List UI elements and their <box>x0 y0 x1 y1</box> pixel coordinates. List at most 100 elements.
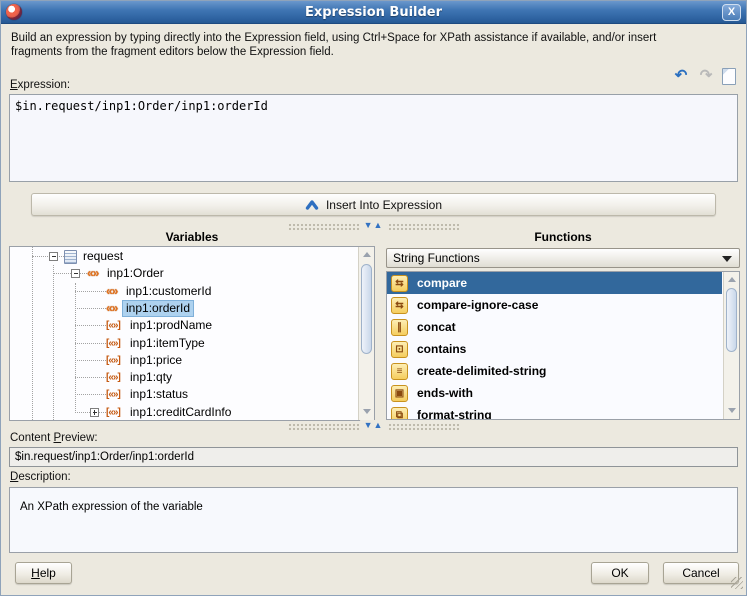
function-label: concat <box>417 320 456 334</box>
tree-node-inp1:creditCardInfo[interactable]: [«»] inp1:creditCardInfo <box>10 404 357 420</box>
tree-node-label[interactable]: inp1:price <box>127 353 185 368</box>
description-text: An XPath expression of the variable <box>9 487 738 553</box>
expression-toolbar: ↶ ↷ <box>672 67 736 85</box>
function-icon: ⇆ <box>391 296 408 314</box>
dropdown-arrow-icon <box>722 256 732 262</box>
tree-connector <box>75 325 106 327</box>
tree-node-inp1:Order[interactable]: «» inp1:Order <box>10 265 357 282</box>
tree-connector <box>32 256 64 257</box>
insert-into-expression-button[interactable]: Insert Into Expression <box>31 193 716 216</box>
function-label: compare <box>417 276 468 290</box>
function-icon: ⇆ <box>391 274 408 292</box>
expression-input[interactable]: $in.request/inp1:Order/inp1:orderId <box>9 94 738 182</box>
expand-icon[interactable] <box>90 407 99 417</box>
function-icon: ≡ <box>391 362 408 380</box>
element-icon: «» <box>106 283 118 298</box>
attribute-icon: [«»] <box>106 389 121 401</box>
tree-node-label[interactable]: inp1:qty <box>127 370 175 385</box>
functions-list: ⇆ compare ⇆ compare-ignore-case ∥ concat ⊡ cont… <box>387 272 722 419</box>
scroll-up-icon[interactable] <box>724 273 739 287</box>
tree-node-label[interactable]: inp1:prodName <box>127 318 215 333</box>
collapse-icon[interactable] <box>71 269 80 279</box>
function-item-compare[interactable]: ⇆ compare <box>387 272 722 294</box>
attribute-icon: [«»] <box>106 337 121 349</box>
close-button[interactable]: X <box>722 4 741 21</box>
function-item-format-string[interactable]: ⧉ format-string <box>387 404 722 419</box>
tree-node-label[interactable]: inp1:orderId <box>121 299 195 317</box>
intro-text: Build an expression by typing directly i… <box>11 31 721 59</box>
tree-connector <box>75 394 106 396</box>
tree-node-request[interactable]: request <box>10 248 357 265</box>
function-item-concat[interactable]: ∥ concat <box>387 316 722 338</box>
variables-scrollbar-thumb[interactable] <box>361 264 372 354</box>
intro-line-2: fragments from the fragment editors belo… <box>11 46 334 58</box>
insert-into-expression-label: Insert Into Expression <box>325 197 443 212</box>
horizontal-splitter-bottom[interactable]: ▼▲ <box>287 420 460 430</box>
tree-connector <box>75 307 106 309</box>
chevron-up-icon <box>305 200 319 210</box>
splitter-collapse-icons[interactable]: ▼▲ <box>359 220 388 230</box>
tree-node-label[interactable]: request <box>80 249 126 264</box>
tree-connector <box>75 377 106 379</box>
tree-connector <box>75 359 106 361</box>
functions-scrollbar[interactable] <box>723 272 739 419</box>
tree-node-inp1:orderId[interactable]: «» inp1:orderId <box>10 299 357 317</box>
functions-scrollbar-thumb[interactable] <box>726 288 737 352</box>
tree-node-inp1:itemType[interactable]: [«»] inp1:itemType <box>10 335 357 352</box>
tree-node-inp1:qty[interactable]: [«»] inp1:qty <box>10 369 357 386</box>
function-item-compare-ignore-case[interactable]: ⇆ compare-ignore-case <box>387 294 722 316</box>
function-label: format-string <box>417 408 492 419</box>
tree-node-inp1:status[interactable]: [«»] inp1:status <box>10 386 357 403</box>
collapse-icon[interactable] <box>49 252 58 261</box>
attribute-icon: [«»] <box>106 372 121 384</box>
title-bar[interactable]: Expression Builder X <box>1 1 746 24</box>
content-preview-value: $in.request/inp1:Order/inp1:orderId <box>9 447 738 467</box>
function-category-value: String Functions <box>393 251 480 265</box>
functions-pane: ⇆ compare ⇆ compare-ignore-case ∥ concat ⊡ cont… <box>386 271 740 420</box>
expression-label: Expression: <box>10 79 71 91</box>
variable-icon <box>64 250 77 264</box>
dialog-title: Expression Builder <box>304 5 443 20</box>
tree-node-inp1:price[interactable]: [«»] inp1:price <box>10 352 357 369</box>
tree-connector <box>53 273 87 275</box>
attribute-icon: [«»] <box>106 406 121 418</box>
description-label: Description: <box>10 471 71 483</box>
function-label: compare-ignore-case <box>417 298 539 312</box>
function-icon: ▣ <box>391 384 408 402</box>
variables-pane: request «» inp1:Order «» inp1:customerId «» in… <box>9 246 375 421</box>
scroll-down-icon[interactable] <box>359 405 375 419</box>
attribute-icon: [«»] <box>106 354 121 366</box>
function-label: ends-with <box>417 386 473 400</box>
function-item-contains[interactable]: ⊡ contains <box>387 338 722 360</box>
redo-icon: ↷ <box>699 67 713 84</box>
function-item-ends-with[interactable]: ▣ ends-with <box>387 382 722 404</box>
function-category-select[interactable]: String Functions <box>386 248 740 268</box>
tree-node-label[interactable]: inp1:status <box>127 387 191 402</box>
tree-node-label[interactable]: inp1:creditCardInfo <box>127 405 234 420</box>
scroll-up-icon[interactable] <box>359 248 375 262</box>
help-button[interactable]: Help <box>15 562 72 584</box>
expression-builder-dialog: Expression Builder X Build an expression… <box>0 0 747 596</box>
resize-grip[interactable] <box>731 577 743 589</box>
content-preview-label: Content Preview: <box>10 432 98 444</box>
undo-icon[interactable]: ↶ <box>672 67 690 85</box>
horizontal-splitter-top[interactable]: ▼▲ <box>287 220 460 230</box>
tree-node-label[interactable]: inp1:Order <box>104 266 167 281</box>
function-icon: ∥ <box>391 318 408 336</box>
function-item-create-delimited-string[interactable]: ≡ create-delimited-string <box>387 360 722 382</box>
function-label: contains <box>417 342 467 356</box>
tree-node-label[interactable]: inp1:customerId <box>123 284 214 299</box>
tree-node-inp1:prodName[interactable]: [«»] inp1:prodName <box>10 317 357 334</box>
cancel-button[interactable]: Cancel <box>663 562 739 584</box>
scroll-down-icon[interactable] <box>724 404 739 418</box>
function-label: create-delimited-string <box>417 364 547 378</box>
variables-scrollbar[interactable] <box>358 247 374 420</box>
clear-document-icon[interactable] <box>722 67 736 85</box>
tree-node-label[interactable]: inp1:itemType <box>127 336 208 351</box>
ok-button[interactable]: OK <box>591 562 649 584</box>
splitter-collapse-icons[interactable]: ▼▲ <box>359 420 388 430</box>
tree-connector <box>75 290 106 292</box>
variables-header: Variables <box>165 230 219 244</box>
element-icon: «» <box>87 266 99 281</box>
tree-node-inp1:customerId[interactable]: «» inp1:customerId <box>10 283 357 300</box>
